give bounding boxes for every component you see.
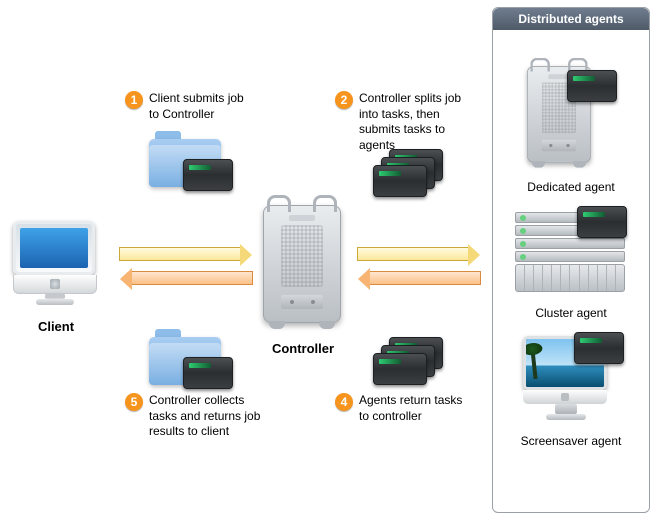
agents-panel-title: Distributed agents	[493, 8, 649, 30]
job-folder-bottom-icon	[149, 329, 221, 385]
arrow-agents-to-controller	[369, 271, 481, 285]
agents-panel: Distributed agents Dedicated agent Clust…	[492, 7, 650, 513]
step-1-badge: 1	[125, 91, 143, 109]
step-4: 4 Agents return tasks to controller	[335, 393, 471, 424]
arrow-client-to-controller	[119, 247, 241, 261]
screensaver-agent: Screensaver agent	[493, 334, 649, 448]
tasks-returning-icon	[373, 337, 443, 387]
screensaver-agent-label: Screensaver agent	[521, 434, 622, 448]
step-1: 1 Client submits job to Controller	[125, 91, 255, 122]
arrow-controller-to-agents	[357, 247, 469, 261]
arrow-controller-to-client	[131, 271, 253, 285]
controller-label: Controller	[257, 341, 349, 356]
dedicated-agent-label: Dedicated agent	[527, 180, 614, 194]
step-2-text: Controller splits job into tasks, then s…	[359, 91, 475, 153]
client-label: Client	[11, 319, 101, 334]
step-1-text: Client submits job to Controller	[149, 91, 255, 122]
step-5-badge: 5	[125, 393, 143, 411]
tasks-outgoing-icon	[373, 149, 443, 199]
step-4-text: Agents return tasks to controller	[359, 393, 471, 424]
step-5: 5 Controller collects tasks and returns …	[125, 393, 275, 440]
job-folder-top-icon	[149, 131, 221, 187]
client-computer-icon	[11, 219, 101, 309]
step-2-badge: 2	[335, 91, 353, 109]
cluster-agent: Cluster agent	[493, 208, 649, 320]
step-5-text: Controller collects tasks and returns jo…	[149, 393, 275, 440]
cluster-agent-label: Cluster agent	[535, 306, 606, 320]
controller-computer-icon	[263, 205, 341, 323]
step-4-badge: 4	[335, 393, 353, 411]
step-2: 2 Controller splits job into tasks, then…	[335, 91, 475, 153]
dedicated-agent: Dedicated agent	[493, 66, 649, 194]
